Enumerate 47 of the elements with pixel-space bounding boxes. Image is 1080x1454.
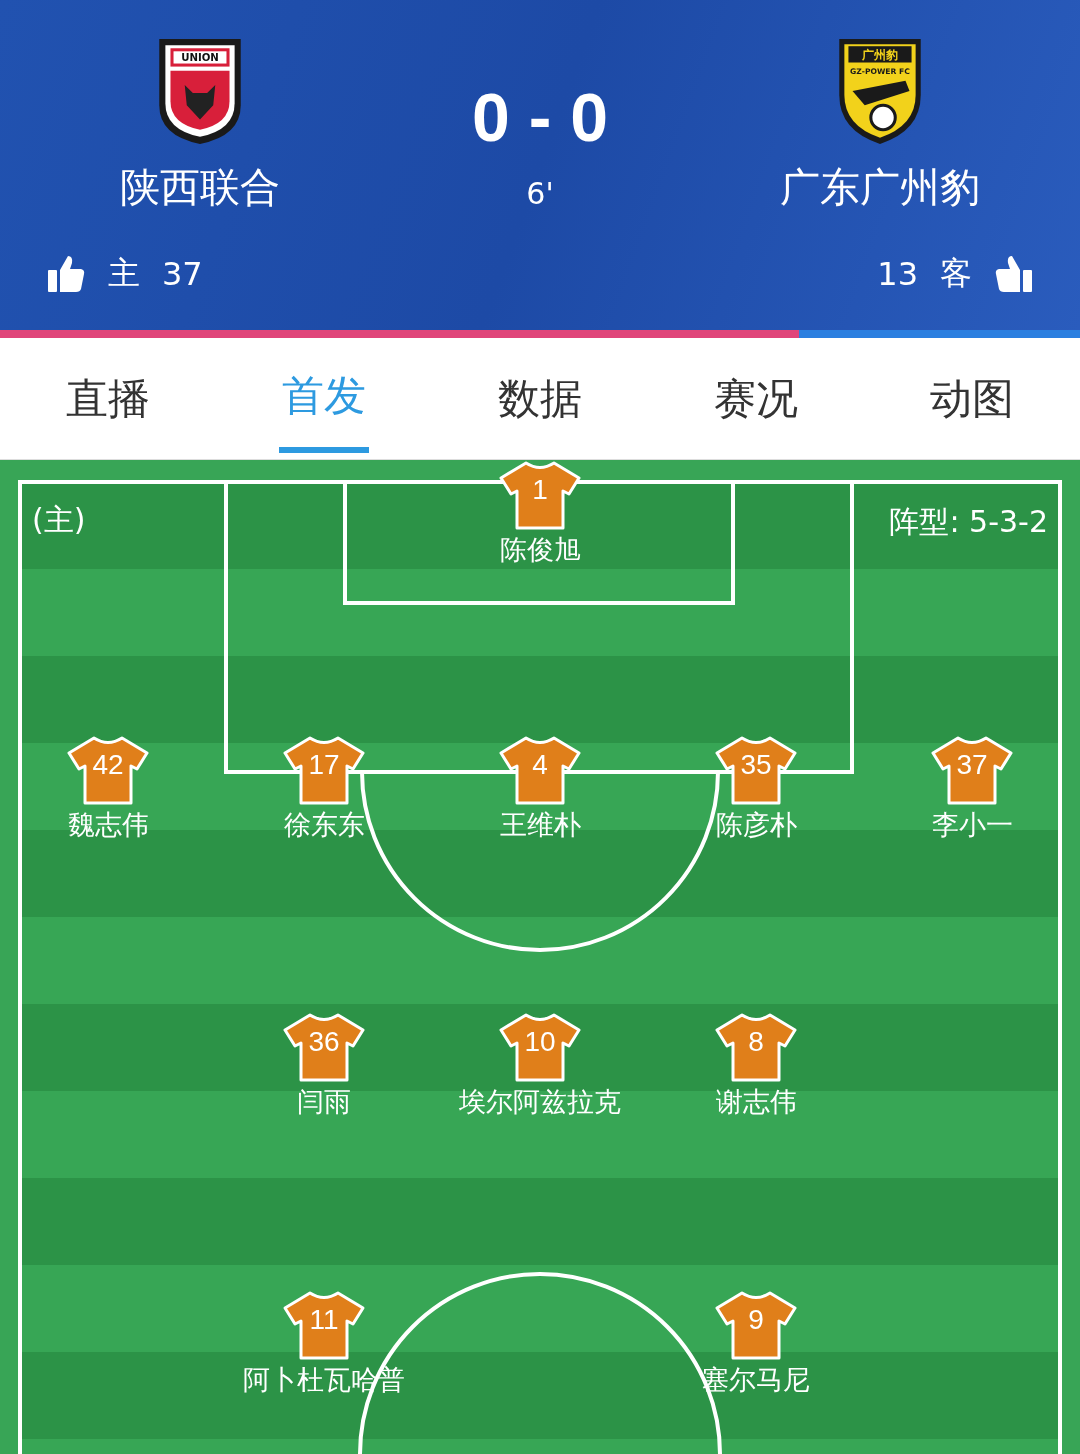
player-number: 4 — [532, 749, 548, 781]
player-name: 埃尔阿兹拉克 — [459, 1085, 621, 1119]
jersey-icon — [498, 460, 582, 530]
jersey-icon — [282, 735, 366, 805]
tab[interactable]: 动图 — [864, 338, 1080, 459]
player-number: 37 — [956, 749, 988, 781]
player-number: 11 — [309, 1304, 339, 1336]
jersey-icon — [714, 735, 798, 805]
like-count: 13 — [877, 255, 918, 293]
player-name: 徐东东 — [283, 808, 365, 842]
jersey-icon — [498, 1012, 582, 1082]
player-name: 王维朴 — [499, 808, 581, 842]
match-minute: 6' — [526, 176, 554, 211]
player-number: 36 — [308, 1026, 340, 1058]
score: 0 - 0 — [471, 78, 609, 156]
jersey-icon — [498, 735, 582, 805]
jersey-icon — [714, 1290, 798, 1360]
like-count: 37 — [162, 255, 203, 293]
player-number: 17 — [308, 749, 340, 781]
player-number: 35 — [740, 749, 772, 781]
player-name: 魏志伟 — [67, 808, 149, 842]
player-name: 李小一 — [931, 808, 1013, 842]
jersey-icon — [930, 735, 1014, 805]
tab[interactable]: 直播 — [0, 338, 216, 459]
team-tag: (主) — [32, 500, 86, 541]
player-number: 42 — [92, 749, 124, 781]
player-number: 8 — [748, 1026, 764, 1058]
player-number: 1 — [532, 474, 548, 506]
jersey-icon — [282, 1012, 366, 1082]
player-number: 10 — [524, 1026, 556, 1058]
home-label: 主 — [108, 253, 140, 294]
tab[interactable]: 数据 — [432, 338, 648, 459]
tab[interactable]: 赛况 — [648, 338, 864, 459]
player-number: 9 — [748, 1304, 764, 1336]
formation-label: 阵型: 5-3-2 — [889, 503, 1048, 541]
player-name: 陈俊旭 — [499, 533, 581, 567]
thumbs-up-icon[interactable] — [994, 254, 1034, 294]
home-team-name: 陕西联合 — [120, 163, 280, 212]
player-name: 陈彦朴 — [715, 808, 797, 842]
jersey-icon — [714, 1012, 798, 1082]
jersey-icon — [282, 1290, 366, 1360]
player-name: 谢志伟 — [715, 1085, 797, 1119]
away-team-name: 广东广州豹 — [780, 163, 980, 212]
away-label: 客 — [940, 253, 972, 294]
thumbs-up-icon[interactable] — [46, 254, 86, 294]
player-name: 闫雨 — [297, 1085, 351, 1119]
jersey-icon — [66, 735, 150, 805]
